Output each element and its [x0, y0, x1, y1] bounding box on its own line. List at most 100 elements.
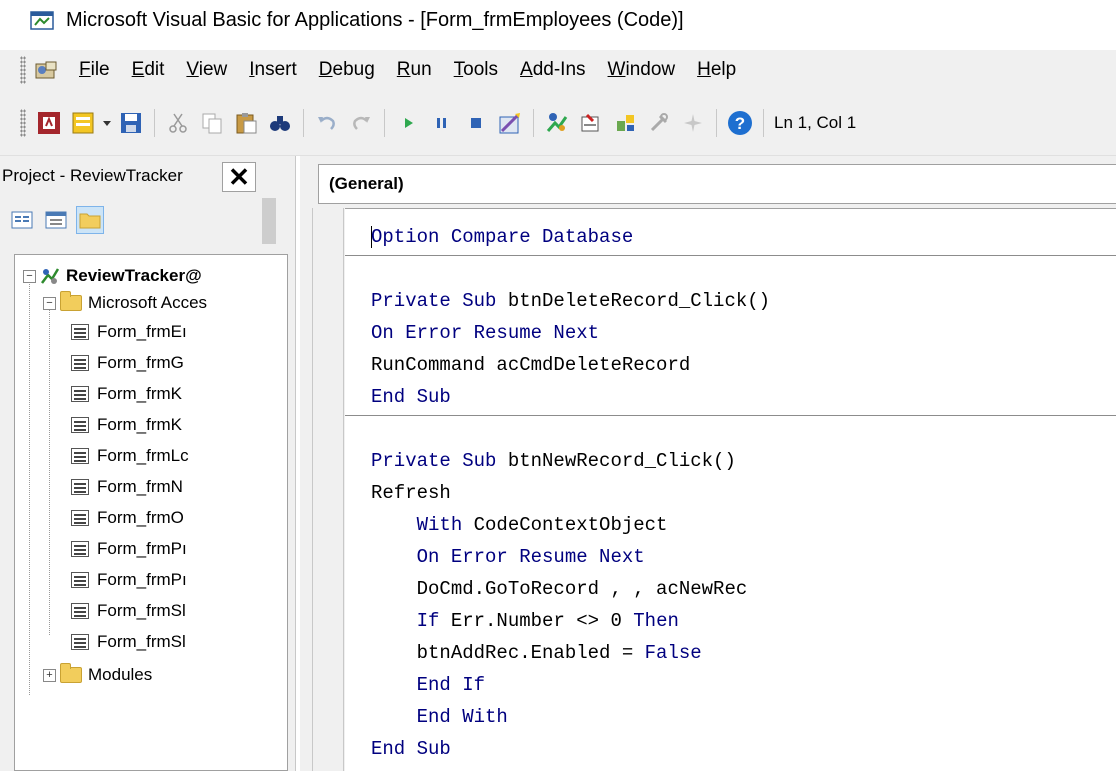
reset-icon[interactable]	[463, 110, 489, 136]
toolbar-separator	[303, 108, 304, 137]
menu-debug[interactable]: Debug	[319, 59, 375, 81]
procedure-separator	[345, 255, 1116, 256]
save-icon[interactable]	[118, 110, 144, 136]
tree-item-form[interactable]: Form_frmO	[71, 503, 184, 533]
tree-item-form[interactable]: Form_frmK	[71, 410, 182, 440]
code-line[interactable]: End Sub	[371, 733, 451, 765]
expand-icon[interactable]: +	[43, 668, 56, 682]
design-mode-icon[interactable]	[497, 110, 523, 136]
object-dropdown[interactable]: (General)	[318, 164, 1116, 204]
tree-item-form[interactable]: Form_frmEı	[71, 317, 187, 347]
form-module-icon	[71, 324, 89, 340]
tree-item-form[interactable]: Form_frmPı	[71, 565, 187, 595]
menu-help[interactable]: Help	[697, 59, 736, 81]
project-explorer-icon[interactable]	[544, 110, 570, 136]
form-module-icon	[71, 386, 89, 402]
project-title: Project - ReviewTracker	[2, 166, 183, 185]
menu-insert[interactable]: Insert	[249, 59, 297, 81]
cursor-position: Ln 1, Col 1	[774, 112, 857, 132]
menubar-grip[interactable]	[20, 56, 26, 84]
tree-item-form[interactable]: Form_frmG	[71, 348, 184, 378]
insert-userform-icon[interactable]	[70, 110, 96, 136]
view-code-icon[interactable]	[8, 206, 36, 234]
redo-icon[interactable]	[348, 110, 374, 136]
menu-window[interactable]: Window	[608, 59, 676, 81]
menu-tools[interactable]: Tools	[454, 59, 498, 81]
margin-indicator-bar[interactable]	[312, 208, 344, 771]
vba-menu-icon[interactable]	[32, 58, 60, 82]
code-line[interactable]: DoCmd.GoToRecord , , acNewRec	[371, 573, 748, 605]
menu-view[interactable]: View	[186, 59, 227, 81]
code-line[interactable]: Refresh	[371, 477, 451, 509]
cut-icon[interactable]	[165, 110, 191, 136]
code-line[interactable]: btnAddRec.Enabled = False	[371, 637, 702, 669]
undo-icon[interactable]	[314, 110, 340, 136]
form-module-icon	[71, 479, 89, 495]
toolbar-grip[interactable]	[20, 108, 26, 137]
collapse-icon[interactable]: −	[23, 269, 36, 283]
form-module-icon	[71, 572, 89, 588]
menu-bar: File Edit View Insert Debug Run Tools Ad…	[0, 50, 1116, 90]
dropdown-arrow-icon[interactable]	[102, 110, 112, 136]
procedure-separator	[345, 415, 1116, 416]
object-browser-icon[interactable]	[612, 110, 638, 136]
code-line[interactable]: Option Compare Database	[371, 221, 633, 253]
paste-icon[interactable]	[233, 110, 259, 136]
folder-open-icon	[60, 291, 82, 311]
project-toolbar	[0, 196, 295, 244]
code-line[interactable]: Private Sub btnNewRecord_Click()	[371, 445, 736, 477]
tree-item-form[interactable]: Form_frmSl	[71, 596, 186, 626]
project-explorer: Project - ReviewTracker ✕ − ReviewTracke…	[0, 156, 296, 771]
break-icon[interactable]	[429, 110, 455, 136]
menu-add-ins[interactable]: Add-Ins	[520, 59, 586, 81]
tree-folder-label: Microsoft Acces	[88, 293, 208, 312]
tree-root-label: ReviewTracker@	[66, 266, 202, 285]
properties-window-icon[interactable]	[578, 110, 604, 136]
code-line[interactable]: On Error Resume Next	[371, 541, 645, 573]
code-line[interactable]: End Sub	[371, 381, 451, 413]
copy-icon[interactable]	[199, 110, 225, 136]
help-icon[interactable]: ?	[727, 110, 753, 136]
form-module-icon	[71, 634, 89, 650]
title-bar: Microsoft Visual Basic for Applications …	[0, 0, 1116, 40]
menu-run[interactable]: Run	[397, 59, 432, 81]
code-line[interactable]: If Err.Number <> 0 Then	[371, 605, 679, 637]
menu-edit[interactable]: Edit	[132, 59, 165, 81]
code-line[interactable]: With CodeContextObject	[371, 509, 668, 541]
toggle-folders-icon[interactable]	[76, 206, 104, 234]
form-module-icon	[71, 355, 89, 371]
tab-order-icon[interactable]	[680, 110, 706, 136]
tree-item-form[interactable]: Form_frmPı	[71, 534, 187, 564]
window-title: Microsoft Visual Basic for Applications …	[66, 8, 684, 31]
code-line[interactable]: On Error Resume Next	[371, 317, 599, 349]
tree-folder-modules[interactable]: + Modules	[43, 660, 152, 690]
form-module-icon	[71, 510, 89, 526]
project-header: Project - ReviewTracker ✕	[0, 156, 295, 196]
tree-item-form[interactable]: Form_frmK	[71, 379, 182, 409]
code-line[interactable]: Private Sub btnDeleteRecord_Click()	[371, 285, 770, 317]
tree-modules-label: Modules	[88, 665, 153, 684]
code-line[interactable]: End If	[371, 669, 485, 701]
tree-item-form[interactable]: Form_frmLc	[71, 441, 189, 471]
tree-item-form[interactable]: Form_frmSl	[71, 627, 186, 657]
view-object-icon[interactable]	[42, 206, 70, 234]
form-module-icon	[71, 541, 89, 557]
code-editor[interactable]: Option Compare Database Private Sub btnD…	[345, 208, 1116, 771]
toolbar-separator	[716, 108, 717, 137]
project-scrollbar[interactable]	[262, 198, 276, 244]
run-icon[interactable]	[395, 110, 421, 136]
tree-root-project[interactable]: − ReviewTracker@	[23, 261, 202, 291]
toolbar-separator	[154, 108, 155, 137]
code-line[interactable]: RunCommand acCmdDeleteRecord	[371, 349, 690, 381]
project-icon	[40, 267, 60, 285]
toolbox-icon[interactable]	[646, 110, 672, 136]
close-project-button[interactable]: ✕	[222, 162, 256, 192]
toolbar-separator	[763, 108, 764, 137]
view-access-icon[interactable]	[36, 110, 62, 136]
collapse-icon[interactable]: −	[43, 296, 56, 310]
tree-item-form[interactable]: Form_frmN	[71, 472, 183, 502]
menu-file[interactable]: File	[79, 59, 110, 81]
find-icon[interactable]	[267, 110, 293, 136]
code-line[interactable]: End With	[371, 701, 508, 733]
tree-folder-objects[interactable]: − Microsoft Acces	[43, 288, 207, 318]
